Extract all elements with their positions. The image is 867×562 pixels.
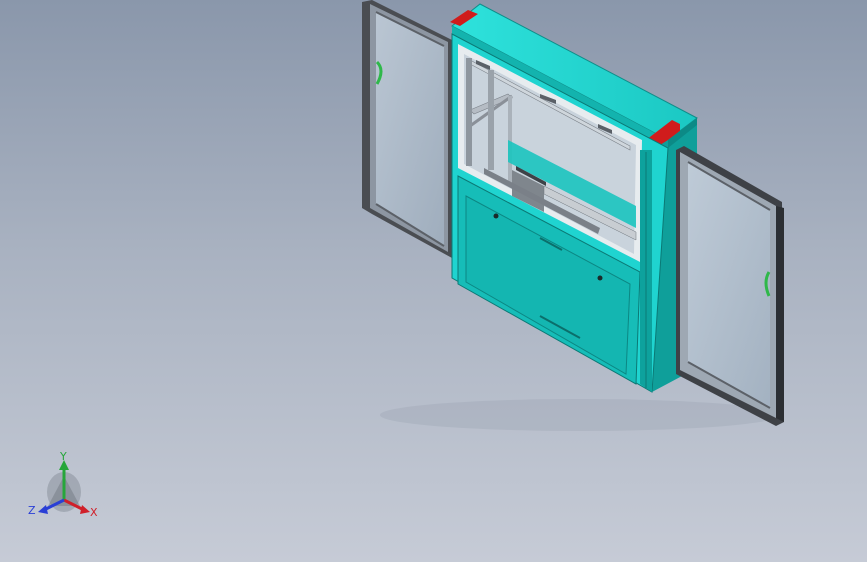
- model-shadow: [380, 399, 780, 431]
- left-door[interactable]: [362, 0, 452, 258]
- y-axis-label: Y: [59, 450, 67, 463]
- z-axis-arrow: [38, 505, 48, 514]
- x-axis-arrow: [80, 505, 90, 514]
- triad-graphic: Y X Z: [28, 450, 98, 519]
- cabinet-model[interactable]: [0, 0, 867, 562]
- panel-screw-top-right: [597, 275, 603, 281]
- x-axis-label: X: [90, 506, 98, 519]
- right-door[interactable]: [676, 146, 784, 426]
- orientation-triad[interactable]: Y X Z: [26, 448, 106, 528]
- cabinet-body[interactable]: [450, 3, 698, 393]
- panel-screw-top-left: [493, 213, 499, 219]
- z-axis-label: Z: [28, 504, 36, 517]
- cad-graphics-viewport[interactable]: Y X Z: [0, 0, 867, 562]
